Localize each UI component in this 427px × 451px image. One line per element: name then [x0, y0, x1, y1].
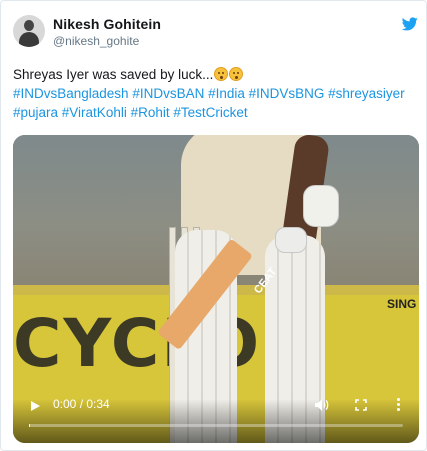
- tweet-text-body: Shreyas Iyer was saved by luck...: [13, 67, 214, 82]
- author-handle[interactable]: @nikesh_gohite: [53, 34, 139, 48]
- tweet-text-line: Shreyas Iyer was saved by luck...: [13, 65, 418, 84]
- flushed-face-emoji: [214, 67, 229, 81]
- volume-icon[interactable]: [315, 399, 329, 411]
- batting-glove: [303, 185, 339, 227]
- video-time: 0:00 / 0:34: [53, 397, 110, 411]
- avatar-head: [24, 20, 34, 31]
- video-progress-bar[interactable]: [29, 424, 403, 427]
- author-name[interactable]: Nikesh Gohitein: [53, 16, 161, 32]
- twitter-bird-icon[interactable]: [402, 17, 418, 31]
- flushed-face-emoji: [229, 67, 244, 81]
- play-icon[interactable]: [31, 401, 40, 411]
- avatar-body: [19, 32, 39, 47]
- video-player[interactable]: CYCLO SING CEAT 0:00 / 0:34: [13, 135, 419, 443]
- fullscreen-icon[interactable]: [355, 399, 367, 411]
- more-options-icon[interactable]: [397, 398, 401, 412]
- avatar[interactable]: [13, 15, 45, 47]
- batting-glove: [275, 227, 307, 253]
- tweet-text: Shreyas Iyer was saved by luck... #INDvs…: [13, 65, 418, 122]
- advertising-board-small-text: SING: [387, 297, 417, 311]
- hashtags-line[interactable]: #INDvsBangladesh #INDvsBAN #India #INDVs…: [13, 84, 418, 103]
- tweet-header: Nikesh Gohitein @nikesh_gohite: [13, 13, 418, 53]
- tweet-card: Nikesh Gohitein @nikesh_gohite Shreyas I…: [0, 0, 427, 451]
- hashtags-line[interactable]: #pujara #ViratKohli #Rohit #TestCricket: [13, 103, 418, 122]
